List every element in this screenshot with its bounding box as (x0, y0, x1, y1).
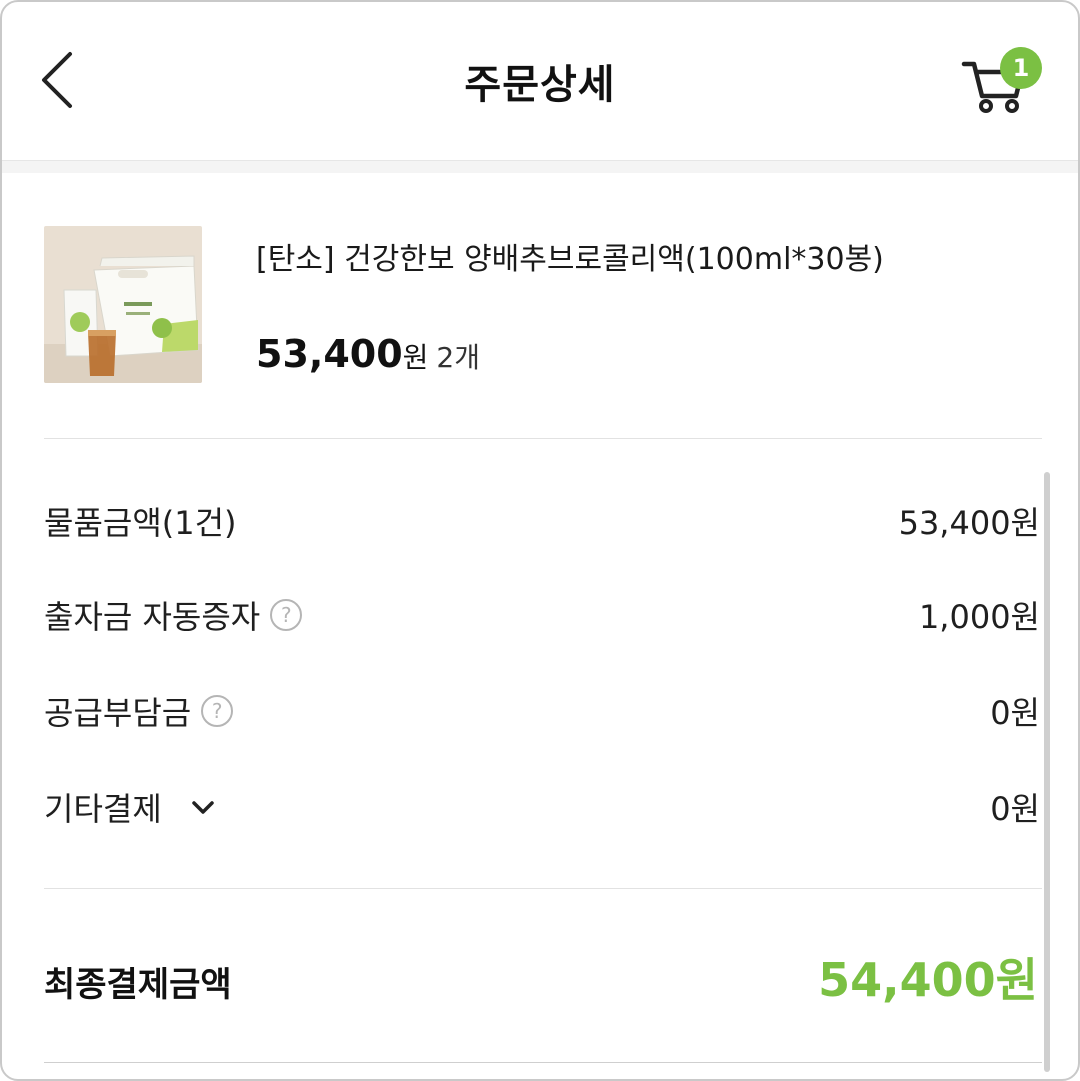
scrollbar[interactable] (1044, 472, 1050, 1072)
cart-count-badge: 1 (1000, 47, 1042, 89)
divider (44, 438, 1042, 439)
summary-value: 1,000원 (918, 598, 1040, 636)
summary-label: 공급부담금 (44, 694, 192, 732)
product-image[interactable] (44, 226, 202, 383)
summary-row-goods-amount: 물품금액(1건) 53,400원 (44, 496, 1040, 546)
summary-row-investment: 출자금 자동증자 ? 1,000원 (44, 590, 1040, 640)
divider (44, 888, 1042, 889)
product-photo (44, 226, 202, 383)
chevron-down-icon[interactable] (188, 792, 218, 822)
summary-row-supply-charge: 공급부담금 ? 0원 (44, 686, 1040, 736)
product-price-row: 53,400원 2개 (256, 332, 480, 376)
help-icon[interactable]: ? (201, 695, 234, 727)
summary-label-wrap: 기타결제 (44, 782, 218, 832)
summary-row-other-payment[interactable]: 기타결제 0원 (44, 782, 1040, 832)
summary-label: 출자금 자동증자 (44, 598, 261, 636)
product-quantity: 2개 (436, 341, 480, 374)
summary-label-wrap: 공급부담금 ? (44, 686, 234, 736)
summary-label: 기타결제 (44, 790, 162, 828)
product-price-unit: 원 (402, 341, 429, 374)
product-item[interactable]: [탄소] 건강한보 양배추브로콜리액(100ml*30봉) 53,400원 2개 (44, 226, 1044, 386)
product-name[interactable]: [탄소] 건강한보 양배추브로콜리액(100ml*30봉) (256, 234, 884, 278)
summary-label-wrap: 출자금 자동증자 ? (44, 590, 303, 640)
summary-value: 0원 (990, 790, 1040, 828)
page-title: 주문상세 (464, 62, 616, 108)
summary-label: 물품금액(1건) (44, 504, 237, 542)
product-price: 53,400 (256, 332, 403, 376)
summary-value: 53,400원 (898, 504, 1040, 542)
top-app-bar: 주문상세 1 (2, 2, 1078, 161)
header-separator (2, 161, 1078, 173)
total-label: 최종결제금액 (44, 965, 232, 1005)
summary-value: 0원 (990, 694, 1040, 732)
order-detail-screen: 주문상세 1 [탄소] 건강한보 양배추브로콜리액(100ml*30봉) 53,… (0, 0, 1080, 1081)
help-icon[interactable]: ? (270, 599, 303, 631)
divider (44, 1062, 1042, 1063)
total-value: 54,400원 (818, 953, 1038, 1007)
